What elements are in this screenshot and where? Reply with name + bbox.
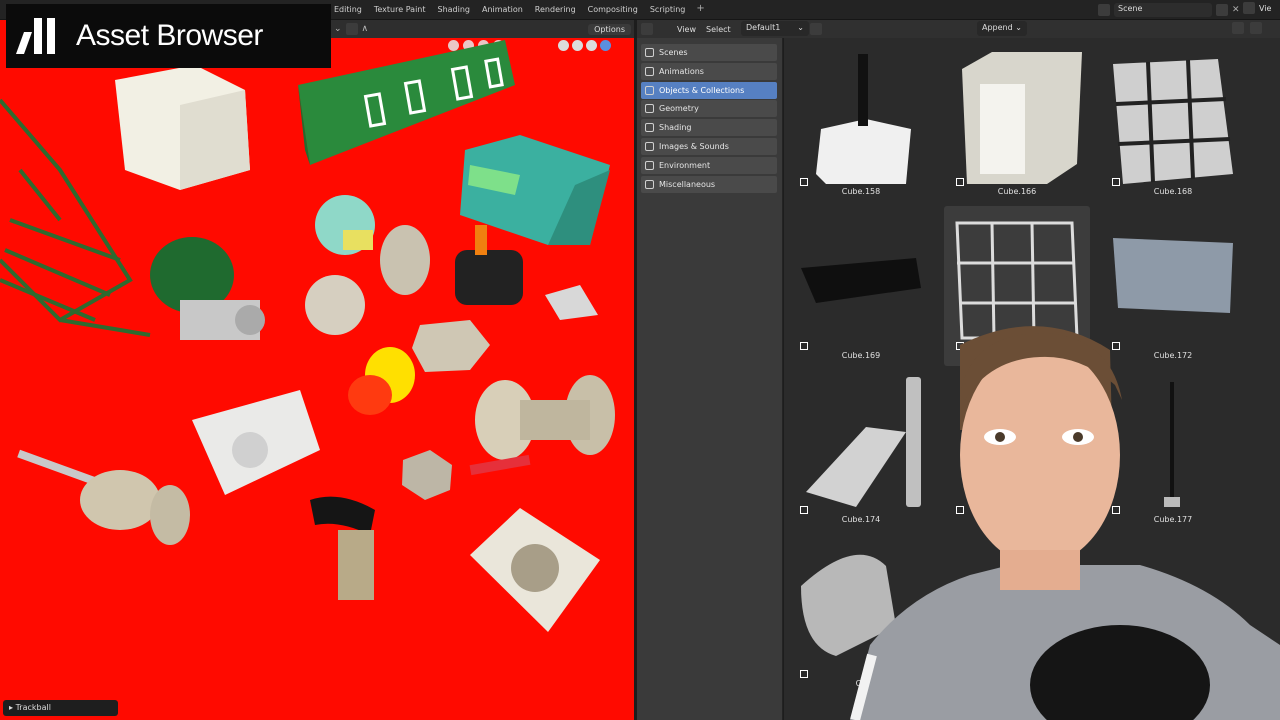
mesh-icon <box>645 104 654 114</box>
asset-tile[interactable]: Cube.168 <box>1100 42 1246 202</box>
tab-compositing[interactable]: Compositing <box>582 3 644 16</box>
category-environment[interactable]: Environment <box>641 156 777 174</box>
category-list: Scenes Animations Objects & Collections … <box>641 44 777 194</box>
workspace-tabs: Editing Texture Paint Shading Animation … <box>328 3 710 16</box>
library-selector[interactable]: Default1 ⌄ <box>741 21 809 36</box>
tab-scripting[interactable]: Scripting <box>644 3 692 16</box>
logo-title: Asset Browser <box>76 19 263 52</box>
thumbnail-view-icon[interactable] <box>1232 22 1244 34</box>
filter-icon[interactable] <box>1250 22 1262 34</box>
asset-type-icon <box>800 670 808 678</box>
asset-type-icon <box>800 342 808 350</box>
tab-texture-paint[interactable]: Texture Paint <box>368 3 432 16</box>
asset-name: Cube.166 <box>997 187 1037 196</box>
view-layer-icon[interactable] <box>1243 2 1255 14</box>
asset-thumbnail <box>816 54 911 184</box>
category-animations[interactable]: Animations <box>641 62 777 80</box>
misc-icon <box>645 179 654 189</box>
asset-thumbnail <box>1113 59 1233 184</box>
black-valve-object <box>455 225 523 305</box>
scene-selector: Scene ✕ <box>1098 2 1240 17</box>
menu-view[interactable]: View <box>677 25 696 34</box>
white-cabinet-object <box>115 65 250 190</box>
handle-valve-object <box>310 496 375 600</box>
bracket-object <box>545 285 598 320</box>
tab-animation[interactable]: Animation <box>476 3 529 16</box>
asset-tile[interactable]: Cube.166 <box>944 42 1090 202</box>
asset-thumbnail <box>962 52 1082 184</box>
valve-actuator-object <box>150 237 265 340</box>
asset-type-icon <box>800 178 808 186</box>
category-scenes[interactable]: Scenes <box>641 44 777 61</box>
gearbox-object <box>192 390 320 495</box>
scene-icon[interactable] <box>1098 3 1110 16</box>
refresh-icon[interactable] <box>810 23 822 35</box>
menu-select[interactable]: Select <box>706 25 731 34</box>
chevron-down-icon: ⌄ <box>797 23 804 32</box>
view-layer-label[interactable]: Vie <box>1259 4 1271 13</box>
asset-type-icon <box>1112 178 1120 186</box>
add-workspace-button[interactable]: + <box>691 3 709 16</box>
square-fitting-object <box>470 508 600 632</box>
file-browser-header: View Select <box>637 20 1280 38</box>
tab-editing[interactable]: Editing <box>328 3 368 16</box>
pipe-flange-object <box>17 449 190 545</box>
material-icon <box>645 123 654 133</box>
display-options <box>1232 22 1262 34</box>
editor-type-icon[interactable] <box>641 23 653 35</box>
tab-rendering[interactable]: Rendering <box>529 3 582 16</box>
asset-name: Cube.168 <box>1153 187 1193 196</box>
status-trackball: ▸ Trackball <box>3 700 118 716</box>
category-objects-collections[interactable]: Objects & Collections <box>641 81 777 99</box>
scene-name-field[interactable]: Scene <box>1114 2 1212 17</box>
asset-type-icon <box>956 178 964 186</box>
category-images-sounds[interactable]: Images & Sounds <box>641 137 777 155</box>
asset-tile[interactable]: Cube.158 <box>788 42 934 202</box>
3d-viewport[interactable]: ⌄ ∧ Options ▸ Trackball <box>0 20 634 720</box>
view-layer-selector: Vie <box>1243 2 1271 14</box>
viewport-objects <box>0 40 615 632</box>
asset-browser-logo: Asset Browser <box>6 4 331 68</box>
logo-mark-icon <box>15 18 64 54</box>
emergency-button-object <box>348 347 415 415</box>
close-icon[interactable]: ✕ <box>1232 5 1240 15</box>
category-geometry[interactable]: Geometry <box>641 100 777 118</box>
object-icon <box>645 85 654 95</box>
chevron-down-icon: ⌄ <box>1015 23 1022 32</box>
asset-name: Cube.158 <box>841 187 881 196</box>
world-icon <box>645 160 654 170</box>
category-shading[interactable]: Shading <box>641 119 777 137</box>
image-icon <box>645 141 654 151</box>
tab-shading[interactable]: Shading <box>432 3 477 16</box>
category-sidebar: Scenes Animations Objects & Collections … <box>637 38 783 720</box>
presenter-webcam <box>850 326 1280 720</box>
copy-icon[interactable] <box>1216 3 1228 16</box>
import-mode-dropdown[interactable]: Append ⌄ <box>977 21 1027 36</box>
asset-type-icon <box>800 506 808 514</box>
scene-icon <box>645 48 654 57</box>
flow-meter-object <box>305 195 430 335</box>
action-icon <box>645 66 654 76</box>
hex-fitting-object <box>412 320 490 372</box>
nut-object <box>402 450 452 500</box>
category-miscellaneous[interactable]: Miscellaneous <box>641 175 777 193</box>
trackball-label: Trackball <box>15 703 51 712</box>
ball-valve-object <box>469 375 615 476</box>
